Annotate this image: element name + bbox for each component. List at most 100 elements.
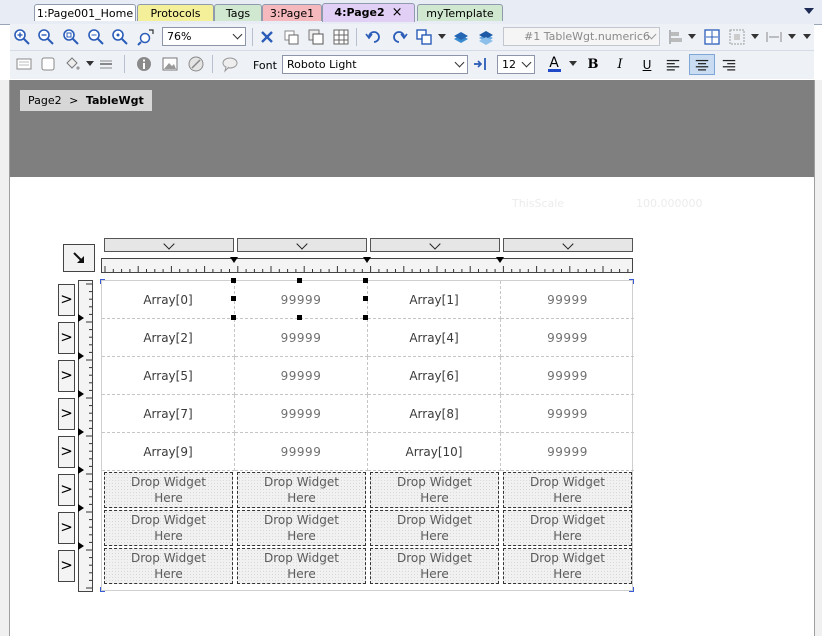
- table-cell-label[interactable]: Array[0]: [102, 281, 235, 319]
- drop-widget-placeholder[interactable]: Drop Widget Here: [104, 472, 233, 508]
- resize-handle[interactable]: [231, 296, 236, 301]
- resize-handle[interactable]: [231, 315, 236, 320]
- align-text-left-icon[interactable]: [662, 54, 684, 75]
- zoom-page-icon[interactable]: [61, 27, 81, 47]
- row-button[interactable]: >: [58, 550, 75, 582]
- table-cell-value[interactable]: 99999: [235, 395, 368, 433]
- resize-handle[interactable]: [297, 315, 302, 320]
- drop-widget-placeholder[interactable]: Drop Widget Here: [503, 548, 632, 584]
- duplicate-icon[interactable]: [306, 27, 326, 47]
- row-button[interactable]: >: [58, 284, 75, 316]
- tab-page2[interactable]: 4:Page2 ×: [322, 3, 415, 22]
- table-cell-label[interactable]: Array[5]: [102, 357, 235, 395]
- row-button[interactable]: >: [58, 360, 75, 392]
- column-header-4[interactable]: [503, 238, 633, 252]
- table-cell-label[interactable]: Array[6]: [368, 357, 501, 395]
- drop-widget-placeholder[interactable]: Drop Widget Here: [370, 548, 499, 584]
- table-corner-button[interactable]: [63, 244, 95, 272]
- table-cell-label[interactable]: Array[9]: [102, 433, 235, 471]
- send-back-icon[interactable]: [476, 27, 496, 47]
- column-header-2[interactable]: [237, 238, 367, 252]
- delete-icon[interactable]: [257, 27, 277, 47]
- vertical-ruler[interactable]: [77, 280, 95, 593]
- column-header-3[interactable]: [370, 238, 500, 252]
- resize-handle[interactable]: [363, 296, 368, 301]
- table-cell-label[interactable]: Array[10]: [368, 433, 501, 471]
- table-cell-label[interactable]: Array[1]: [368, 281, 501, 319]
- font-color-dropdown-icon[interactable]: [569, 61, 577, 66]
- resize-handle[interactable]: [231, 278, 236, 283]
- drop-widget-placeholder[interactable]: Drop Widget Here: [237, 548, 366, 584]
- copy-icon[interactable]: [281, 27, 301, 47]
- editor-right-scroll-border[interactable]: [814, 80, 822, 636]
- row-button[interactable]: >: [58, 512, 75, 544]
- drop-widget-placeholder[interactable]: Drop Widget Here: [370, 472, 499, 508]
- paint-bucket-icon[interactable]: [62, 54, 82, 74]
- distribute-dropdown-icon[interactable]: [751, 34, 759, 39]
- drop-widget-placeholder[interactable]: Drop Widget Here: [370, 510, 499, 546]
- table-cell-value[interactable]: 99999: [501, 281, 634, 319]
- tab-overflow-chevron-icon[interactable]: [804, 8, 814, 14]
- rotate-left-icon[interactable]: [364, 27, 384, 47]
- comment-icon[interactable]: [220, 54, 240, 74]
- group-dropdown-icon[interactable]: [438, 34, 446, 39]
- align-text-right-icon[interactable]: [718, 54, 740, 75]
- center-icon[interactable]: [702, 27, 722, 47]
- resize-handle[interactable]: [297, 278, 302, 283]
- column-header-1[interactable]: [104, 238, 234, 252]
- spacing-dropdown-icon[interactable]: [788, 34, 796, 39]
- fill-dropdown-icon[interactable]: [86, 61, 94, 66]
- zoom-out-icon[interactable]: [36, 27, 56, 47]
- zoom-tool-icon[interactable]: [136, 27, 156, 47]
- table-cell-value[interactable]: 99999: [501, 357, 634, 395]
- drop-widget-placeholder[interactable]: Drop Widget Here: [503, 472, 632, 508]
- tab-mytemplate[interactable]: myTemplate: [417, 4, 503, 21]
- underline-button[interactable]: U: [636, 54, 658, 75]
- tab-page001-home[interactable]: 1:Page001_Home: [34, 4, 136, 21]
- breadcrumb-parent[interactable]: Page2: [28, 94, 62, 107]
- line-style-icon[interactable]: [96, 54, 116, 74]
- toolbar-overflow-icon[interactable]: [803, 34, 811, 39]
- zoom-in-icon[interactable]: [12, 27, 32, 47]
- spacing-icon[interactable]: [764, 27, 784, 47]
- align-left-icon[interactable]: [666, 27, 686, 47]
- tab-protocols[interactable]: Protocols: [137, 4, 214, 21]
- bring-front-icon[interactable]: [451, 27, 471, 47]
- row-button[interactable]: >: [58, 322, 75, 354]
- table-cell-label[interactable]: Array[7]: [102, 395, 235, 433]
- screen-icon[interactable]: [14, 54, 34, 74]
- font-family-combo[interactable]: Roboto Light: [282, 55, 468, 74]
- drop-widget-placeholder[interactable]: Drop Widget Here: [104, 548, 233, 584]
- resize-handle[interactable]: [363, 278, 368, 283]
- resize-handle[interactable]: [363, 315, 368, 320]
- table-cell-label[interactable]: Array[8]: [368, 395, 501, 433]
- drop-widget-placeholder[interactable]: Drop Widget Here: [104, 510, 233, 546]
- drop-widget-placeholder[interactable]: Drop Widget Here: [503, 510, 632, 546]
- rotate-right-icon[interactable]: [389, 27, 409, 47]
- info-icon[interactable]: [134, 54, 154, 74]
- drop-widget-placeholder[interactable]: Drop Widget Here: [237, 510, 366, 546]
- zoom-selection-icon[interactable]: [110, 27, 130, 47]
- image-icon[interactable]: [160, 54, 180, 74]
- table-cell-value[interactable]: 99999: [501, 395, 634, 433]
- font-color-button[interactable]: A: [543, 54, 565, 75]
- tag-link-icon[interactable]: [470, 54, 490, 74]
- drop-widget-placeholder[interactable]: Drop Widget Here: [237, 472, 366, 508]
- table-cell-value[interactable]: 99999: [235, 281, 368, 319]
- eraser-icon[interactable]: [186, 54, 206, 74]
- horizontal-ruler[interactable]: [101, 256, 634, 274]
- zoom-combo[interactable]: 76%: [162, 27, 246, 46]
- distribute-icon[interactable]: [727, 27, 747, 47]
- table-cell-value[interactable]: 99999: [235, 319, 368, 357]
- table-grid[interactable]: Array[0] 99999 Array[1] 99999 Array[2] 99999 A…: [101, 280, 634, 591]
- table-cell-label[interactable]: Array[4]: [368, 319, 501, 357]
- table-cell-value[interactable]: 99999: [501, 319, 634, 357]
- bold-button[interactable]: B: [582, 54, 604, 75]
- row-button[interactable]: >: [58, 474, 75, 506]
- frame-icon[interactable]: [38, 54, 58, 74]
- widget-selector-combo[interactable]: #1 TableWgt.numeric6: [503, 27, 660, 46]
- font-size-combo[interactable]: 12: [497, 55, 535, 74]
- row-button[interactable]: >: [58, 436, 75, 468]
- zoom-fit-icon[interactable]: [86, 27, 106, 47]
- row-button[interactable]: >: [58, 398, 75, 430]
